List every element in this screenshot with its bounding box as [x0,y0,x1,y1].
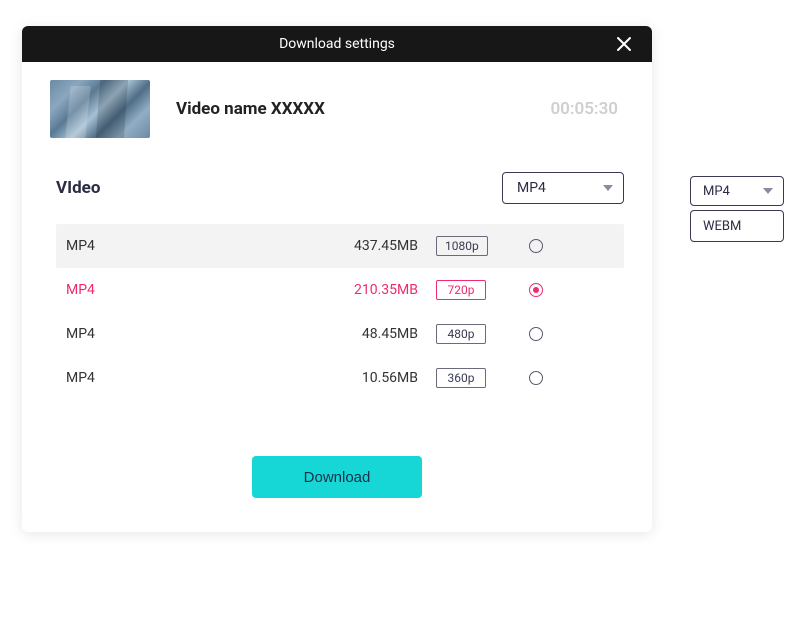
video-info-row: Video name XXXXX 00:05:30 [22,62,652,146]
resolution-badge: 360p [436,368,486,388]
section-label: VIdeo [56,178,100,198]
format-select-alt[interactable]: MP4 [690,176,784,206]
format-select-dropdown-list: WEBM [690,210,784,242]
radio-cell [506,283,566,297]
resolution-badge: 480p [436,324,486,344]
format-select-alt-value: MP4 [703,184,730,199]
close-icon [616,36,632,52]
video-formats-section: VIdeo MP4 MP4437.45MB1080pMP4210.35MB720… [22,146,652,400]
resolution-cell: 480p [436,324,506,344]
format-row[interactable]: MP448.45MB480p [56,312,624,356]
radio-cell [506,239,566,253]
file-size: 210.35MB [326,282,436,298]
section-header: VIdeo MP4 [56,172,624,204]
chevron-down-icon [763,188,773,194]
format-label: MP4 [56,370,326,386]
resolution-badge: 720p [436,280,486,300]
format-label: MP4 [56,238,326,254]
radio-cell [506,327,566,341]
file-size: 48.45MB [326,326,436,342]
format-label: MP4 [56,282,326,298]
close-button[interactable] [606,26,642,62]
format-rows: MP4437.45MB1080pMP4210.35MB720pMP448.45M… [56,224,624,400]
format-select-open-example: MP4 WEBM [690,176,784,242]
video-duration: 00:05:30 [550,99,624,119]
modal-title: Download settings [279,36,395,52]
resolution-cell: 1080p [436,236,506,256]
format-select-value: MP4 [517,180,546,196]
chevron-down-icon [603,185,613,191]
format-option-webm[interactable]: WEBM [691,211,783,241]
format-row[interactable]: MP410.56MB360p [56,356,624,400]
download-button-row: Download [22,400,652,532]
video-name: Video name XXXXX [176,99,524,119]
resolution-badge: 1080p [436,236,488,256]
select-radio[interactable] [529,239,543,253]
video-thumbnail [50,80,150,138]
format-select[interactable]: MP4 [502,172,624,204]
download-button[interactable]: Download [252,456,422,498]
format-row[interactable]: MP4210.35MB720p [56,268,624,312]
modal-header: Download settings [22,26,652,62]
select-radio[interactable] [529,371,543,385]
download-settings-modal: Download settings Video name XXXXX 00:05… [22,26,652,532]
format-label: MP4 [56,326,326,342]
select-radio[interactable] [529,327,543,341]
format-row[interactable]: MP4437.45MB1080p [56,224,624,268]
resolution-cell: 720p [436,280,506,300]
radio-cell [506,371,566,385]
select-radio[interactable] [529,283,543,297]
file-size: 10.56MB [326,370,436,386]
file-size: 437.45MB [326,238,436,254]
resolution-cell: 360p [436,368,506,388]
